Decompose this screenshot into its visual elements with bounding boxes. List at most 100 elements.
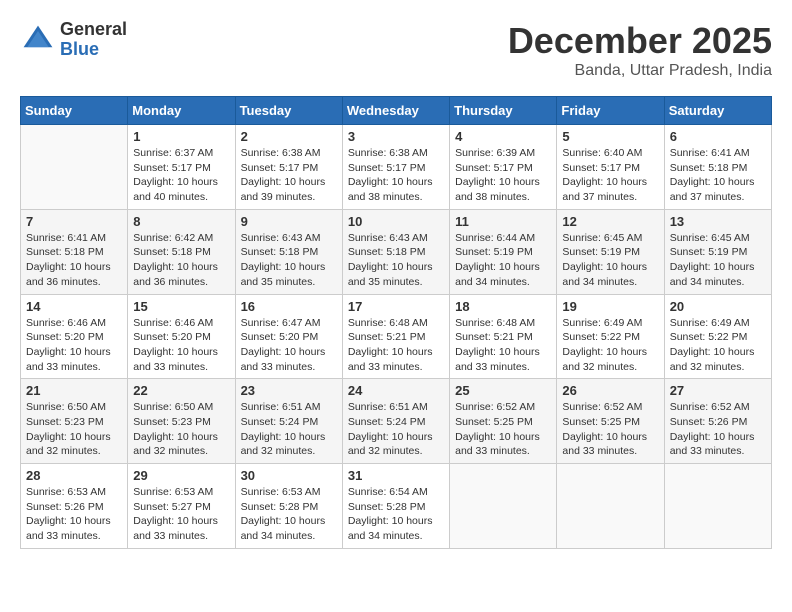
calendar-cell: [21, 125, 128, 210]
day-info: Sunrise: 6:41 AM Sunset: 5:18 PM Dayligh…: [670, 146, 766, 205]
day-info: Sunrise: 6:47 AM Sunset: 5:20 PM Dayligh…: [241, 316, 337, 375]
calendar-cell: 15Sunrise: 6:46 AM Sunset: 5:20 PM Dayli…: [128, 294, 235, 379]
day-number: 4: [455, 129, 551, 144]
day-number: 16: [241, 299, 337, 314]
day-number: 21: [26, 383, 122, 398]
logo: General Blue: [20, 20, 127, 60]
day-number: 27: [670, 383, 766, 398]
calendar-cell: 18 Sunrise: 6:48 AM Sunset: 5:21 PM Dayli…: [450, 294, 557, 379]
day-info: Sunrise: 6:51 AM Sunset: 5:24 PM Dayligh…: [241, 400, 337, 459]
day-number: 19: [562, 299, 658, 314]
day-number: 22: [133, 383, 229, 398]
day-number: 9: [241, 214, 337, 229]
day-number: 2: [241, 129, 337, 144]
day-info: Sunrise: 6:45 AM Sunset: 5:19 PM Dayligh…: [670, 231, 766, 290]
day-info: Sunrise: 6:52 AM Sunset: 5:25 PM Dayligh…: [562, 400, 658, 459]
day-number: 7: [26, 214, 122, 229]
day-number: 8: [133, 214, 229, 229]
day-number: 6: [670, 129, 766, 144]
day-number: 20: [670, 299, 766, 314]
day-number: 15: [133, 299, 229, 314]
day-info: Sunrise: 6:40 AM Sunset: 5:17 PM Dayligh…: [562, 146, 658, 205]
logo-blue-text: Blue: [60, 40, 127, 60]
day-info: Sunrise: 6:51 AM Sunset: 5:24 PM Dayligh…: [348, 400, 444, 459]
day-info: Sunrise: 6:48 AM Sunset: 5:21 PM Dayligh…: [348, 316, 444, 375]
calendar-cell: 16 Sunrise: 6:47 AM Sunset: 5:20 PM Dayli…: [235, 294, 342, 379]
calendar-cell: 20 Sunrise: 6:49 AM Sunset: 5:22 PM Dayli…: [664, 294, 771, 379]
calendar-cell: 28 Sunrise: 6:53 AM Sunset: 5:26 PM Dayli…: [21, 464, 128, 549]
day-info: Sunrise: 6:41 AM Sunset: 5:18 PM Dayligh…: [26, 231, 122, 290]
day-info: Sunrise: 6:50 AM Sunset: 5:23 PM Dayligh…: [26, 400, 122, 459]
day-info: Sunrise: 6:45 AM Sunset: 5:19 PM Dayligh…: [562, 231, 658, 290]
day-info: Sunrise: 6:54 AM Sunset: 5:28 PM Dayligh…: [348, 485, 444, 544]
calendar-cell: 1Sunrise: 6:37 AM Sunset: 5:17 PM Daylig…: [128, 125, 235, 210]
calendar-week-2: 7 Sunrise: 6:41 AM Sunset: 5:18 PM Daylig…: [21, 209, 772, 294]
logo-icon: [20, 22, 56, 58]
header: General Blue December 2025 Banda, Uttar …: [20, 20, 772, 80]
day-info: Sunrise: 6:37 AM Sunset: 5:17 PM Dayligh…: [133, 146, 229, 205]
calendar-cell: 10Sunrise: 6:43 AM Sunset: 5:18 PM Dayli…: [342, 209, 449, 294]
day-number: 17: [348, 299, 444, 314]
calendar-cell: 2 Sunrise: 6:38 AM Sunset: 5:17 PM Daylig…: [235, 125, 342, 210]
header-monday: Monday: [128, 97, 235, 125]
day-number: 25: [455, 383, 551, 398]
calendar-cell: 26Sunrise: 6:52 AM Sunset: 5:25 PM Dayli…: [557, 379, 664, 464]
header-friday: Friday: [557, 97, 664, 125]
calendar-cell: 13 Sunrise: 6:45 AM Sunset: 5:19 PM Dayli…: [664, 209, 771, 294]
day-info: Sunrise: 6:53 AM Sunset: 5:27 PM Dayligh…: [133, 485, 229, 544]
day-info: Sunrise: 6:48 AM Sunset: 5:21 PM Dayligh…: [455, 316, 551, 375]
day-info: Sunrise: 6:53 AM Sunset: 5:26 PM Dayligh…: [26, 485, 122, 544]
day-info: Sunrise: 6:44 AM Sunset: 5:19 PM Dayligh…: [455, 231, 551, 290]
calendar-cell: [664, 464, 771, 549]
day-info: Sunrise: 6:49 AM Sunset: 5:22 PM Dayligh…: [670, 316, 766, 375]
day-info: Sunrise: 6:38 AM Sunset: 5:17 PM Dayligh…: [348, 146, 444, 205]
day-info: Sunrise: 6:38 AM Sunset: 5:17 PM Dayligh…: [241, 146, 337, 205]
calendar-cell: 24 Sunrise: 6:51 AM Sunset: 5:24 PM Dayli…: [342, 379, 449, 464]
header-thursday: Thursday: [450, 97, 557, 125]
header-tuesday: Tuesday: [235, 97, 342, 125]
calendar-cell: 11 Sunrise: 6:44 AM Sunset: 5:19 PM Dayli…: [450, 209, 557, 294]
calendar-week-5: 28 Sunrise: 6:53 AM Sunset: 5:26 PM Dayli…: [21, 464, 772, 549]
calendar-cell: 31 Sunrise: 6:54 AM Sunset: 5:28 PM Dayli…: [342, 464, 449, 549]
day-number: 11: [455, 214, 551, 229]
calendar-cell: 14Sunrise: 6:46 AM Sunset: 5:20 PM Dayli…: [21, 294, 128, 379]
day-number: 13: [670, 214, 766, 229]
day-number: 24: [348, 383, 444, 398]
calendar-cell: 12 Sunrise: 6:45 AM Sunset: 5:19 PM Dayli…: [557, 209, 664, 294]
calendar-cell: 27Sunrise: 6:52 AM Sunset: 5:26 PM Dayli…: [664, 379, 771, 464]
day-number: 23: [241, 383, 337, 398]
calendar-cell: 9 Sunrise: 6:43 AM Sunset: 5:18 PM Daylig…: [235, 209, 342, 294]
day-info: Sunrise: 6:52 AM Sunset: 5:25 PM Dayligh…: [455, 400, 551, 459]
day-number: 28: [26, 468, 122, 483]
day-number: 18: [455, 299, 551, 314]
day-info: Sunrise: 6:42 AM Sunset: 5:18 PM Dayligh…: [133, 231, 229, 290]
calendar-cell: 22 Sunrise: 6:50 AM Sunset: 5:23 PM Dayli…: [128, 379, 235, 464]
day-info: Sunrise: 6:39 AM Sunset: 5:17 PM Dayligh…: [455, 146, 551, 205]
calendar-cell: 21 Sunrise: 6:50 AM Sunset: 5:23 PM Dayli…: [21, 379, 128, 464]
day-info: Sunrise: 6:49 AM Sunset: 5:22 PM Dayligh…: [562, 316, 658, 375]
day-info: Sunrise: 6:43 AM Sunset: 5:18 PM Dayligh…: [241, 231, 337, 290]
day-number: 14: [26, 299, 122, 314]
day-number: 5: [562, 129, 658, 144]
header-saturday: Saturday: [664, 97, 771, 125]
calendar-cell: 19 Sunrise: 6:49 AM Sunset: 5:22 PM Dayli…: [557, 294, 664, 379]
calendar-cell: 3Sunrise: 6:38 AM Sunset: 5:17 PM Daylig…: [342, 125, 449, 210]
calendar: SundayMondayTuesdayWednesdayThursdayFrid…: [20, 96, 772, 549]
day-number: 29: [133, 468, 229, 483]
location-title: Banda, Uttar Pradesh, India: [508, 62, 772, 80]
calendar-cell: 6 Sunrise: 6:41 AM Sunset: 5:18 PM Daylig…: [664, 125, 771, 210]
calendar-cell: 25 Sunrise: 6:52 AM Sunset: 5:25 PM Dayli…: [450, 379, 557, 464]
calendar-cell: 30Sunrise: 6:53 AM Sunset: 5:28 PM Dayli…: [235, 464, 342, 549]
day-number: 12: [562, 214, 658, 229]
title-area: December 2025 Banda, Uttar Pradesh, Indi…: [508, 20, 772, 80]
calendar-cell: 5 Sunrise: 6:40 AM Sunset: 5:17 PM Daylig…: [557, 125, 664, 210]
calendar-cell: 4 Sunrise: 6:39 AM Sunset: 5:17 PM Daylig…: [450, 125, 557, 210]
calendar-week-1: 1Sunrise: 6:37 AM Sunset: 5:17 PM Daylig…: [21, 125, 772, 210]
calendar-week-3: 14Sunrise: 6:46 AM Sunset: 5:20 PM Dayli…: [21, 294, 772, 379]
day-number: 31: [348, 468, 444, 483]
calendar-cell: 7 Sunrise: 6:41 AM Sunset: 5:18 PM Daylig…: [21, 209, 128, 294]
logo-general-text: General: [60, 20, 127, 40]
header-sunday: Sunday: [21, 97, 128, 125]
calendar-week-4: 21 Sunrise: 6:50 AM Sunset: 5:23 PM Dayli…: [21, 379, 772, 464]
day-info: Sunrise: 6:50 AM Sunset: 5:23 PM Dayligh…: [133, 400, 229, 459]
